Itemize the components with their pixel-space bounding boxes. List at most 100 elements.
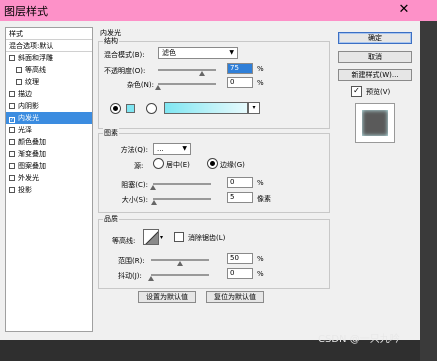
noise-slider-thumb[interactable] — [155, 85, 161, 90]
noise-input[interactable]: 0 — [227, 77, 253, 88]
sidebar-item[interactable]: 斜面和浮雕 — [6, 52, 92, 64]
sidebar-item[interactable]: 渐变叠加 — [6, 148, 92, 160]
contour-picker[interactable] — [143, 229, 159, 245]
sidebar-item-checkbox[interactable] — [9, 139, 15, 145]
sidebar-item-label: 渐变叠加 — [18, 150, 46, 158]
preview-checkbox[interactable]: ✓ — [351, 86, 362, 97]
sidebar-item-label: 等高线 — [25, 66, 46, 74]
jitter-input[interactable]: 0 — [227, 268, 253, 279]
glow-color-swatch[interactable] — [126, 104, 135, 113]
antialias-label: 消除锯齿(L) — [188, 234, 226, 242]
inner-glow-panel: 内发光 结构 混合模式(B): 滤色 ▼ 不透明度(O): 75 % 杂色(N)… — [96, 27, 332, 307]
ok-button[interactable]: 确定 — [338, 32, 412, 44]
reset-default-button[interactable]: 复位为默认值 — [206, 291, 264, 303]
close-icon[interactable]: ✕ — [395, 1, 413, 19]
sidebar-item-label: 纹理 — [25, 78, 39, 86]
noise-slider[interactable] — [158, 83, 216, 85]
sidebar-item[interactable]: 光泽 — [6, 124, 92, 136]
range-input[interactable]: 50 — [227, 253, 253, 264]
sidebar-item[interactable]: 图案叠加 — [6, 160, 92, 172]
cancel-button[interactable]: 取消 — [338, 51, 412, 63]
size-label: 大小(S): — [121, 196, 148, 204]
size-slider[interactable] — [153, 198, 211, 200]
sidebar-item-label: 外发光 — [18, 174, 39, 182]
sidebar-item-label: 颜色叠加 — [18, 138, 46, 146]
window-title: 图层样式 — [4, 5, 48, 18]
choke-label: 阻塞(C): — [121, 181, 148, 189]
blend-mode-label: 混合模式(B): — [104, 51, 145, 59]
gradient-picker[interactable]: ▾ — [164, 102, 260, 114]
sidebar-item[interactable]: 描边 — [6, 88, 92, 100]
sidebar-item-checkbox[interactable] — [16, 79, 22, 85]
style-preview — [355, 103, 395, 143]
preview-label: 预览(V) — [366, 88, 391, 96]
sidebar-item-label: 内发光 — [18, 114, 39, 122]
sidebar-item[interactable]: 外发光 — [6, 172, 92, 184]
opacity-slider[interactable] — [158, 69, 216, 71]
sidebar-item[interactable]: 样式 — [6, 28, 92, 40]
jitter-slider-thumb[interactable] — [148, 276, 154, 281]
quality-legend: 品质 — [103, 214, 119, 224]
range-unit: % — [257, 255, 264, 263]
sidebar-item-checkbox[interactable] — [9, 91, 15, 97]
sidebar-item[interactable]: 颜色叠加 — [6, 136, 92, 148]
sidebar-item[interactable]: 内阴影 — [6, 100, 92, 112]
opacity-input[interactable]: 75 — [227, 63, 253, 74]
sidebar-item-checkbox[interactable] — [16, 67, 22, 73]
opacity-label: 不透明度(O): — [104, 67, 146, 75]
make-default-button[interactable]: 设置为默认值 — [138, 291, 196, 303]
sidebar-item-checkbox[interactable] — [9, 175, 15, 181]
sidebar-item-label: 图案叠加 — [18, 162, 46, 170]
choke-slider-thumb[interactable] — [150, 185, 156, 190]
blend-mode-select[interactable]: 滤色 ▼ — [158, 47, 238, 59]
source-center-radio[interactable] — [153, 158, 164, 169]
choke-unit: % — [257, 179, 264, 187]
method-select[interactable]: ... ▼ — [153, 143, 191, 155]
sidebar-item-label: 样式 — [9, 30, 23, 38]
sidebar-item-checkbox[interactable] — [9, 163, 15, 169]
size-slider-thumb[interactable] — [151, 200, 158, 205]
gradient-radio[interactable] — [146, 103, 157, 114]
opacity-slider-thumb[interactable] — [198, 71, 205, 76]
sidebar-item-label: 斜面和浮雕 — [18, 54, 53, 62]
sidebar-item-checkbox[interactable] — [9, 151, 15, 157]
sidebar-item[interactable]: ✓ 内发光 — [6, 112, 92, 124]
sidebar-item-checkbox[interactable] — [9, 187, 15, 193]
choke-slider[interactable] — [153, 183, 211, 185]
contour-label: 等高线: — [112, 237, 136, 245]
jitter-label: 抖动(J): — [118, 272, 142, 280]
style-list: 样式 混合选项:默认 斜面和浮雕 等高线 纹理 描边 内阴影 ✓ 内发光 光泽 颜色叠加 渐变叠加 图案… — [5, 27, 93, 332]
title-bar[interactable]: 图层样式 ✕ — [0, 0, 437, 21]
sidebar-item-checkbox[interactable] — [9, 127, 15, 133]
source-edge-label: 边缘(G) — [220, 161, 245, 169]
sidebar-item[interactable]: 混合选项:默认 — [6, 40, 92, 52]
solid-color-radio[interactable] — [110, 103, 121, 114]
elements-legend: 图素 — [103, 128, 119, 138]
method-value: ... — [157, 145, 164, 153]
background-edge — [420, 21, 437, 361]
source-edge-radio[interactable] — [207, 158, 218, 169]
sidebar-item-label: 投影 — [18, 186, 32, 194]
gradient-dropdown-icon[interactable]: ▾ — [248, 102, 260, 114]
sidebar-item-checkbox[interactable] — [9, 103, 15, 109]
sidebar-item-label: 光泽 — [18, 126, 32, 134]
range-slider-thumb[interactable] — [177, 261, 183, 266]
jitter-slider[interactable] — [151, 274, 209, 276]
watermark: CSDN @一只九吟 — [318, 334, 400, 345]
new-style-button[interactable]: 新建样式(W)... — [338, 69, 412, 81]
chevron-down-icon: ▼ — [182, 145, 187, 152]
size-input[interactable]: 5 — [227, 192, 253, 203]
sidebar-item-checkbox[interactable]: ✓ — [9, 117, 15, 123]
sidebar-item[interactable]: 等高线 — [6, 64, 92, 76]
contour-dropdown-icon[interactable]: ▾ — [160, 234, 163, 241]
opacity-unit: % — [257, 65, 264, 73]
jitter-unit: % — [257, 270, 264, 278]
sidebar-item-label: 混合选项:默认 — [9, 42, 54, 50]
antialias-checkbox[interactable] — [174, 232, 184, 242]
sidebar-item-checkbox[interactable] — [9, 55, 15, 61]
sidebar-item[interactable]: 纹理 — [6, 76, 92, 88]
sidebar-item-label: 描边 — [18, 90, 32, 98]
method-label: 方法(Q): — [120, 146, 148, 154]
choke-input[interactable]: 0 — [227, 177, 253, 188]
sidebar-item[interactable]: 投影 — [6, 184, 92, 196]
